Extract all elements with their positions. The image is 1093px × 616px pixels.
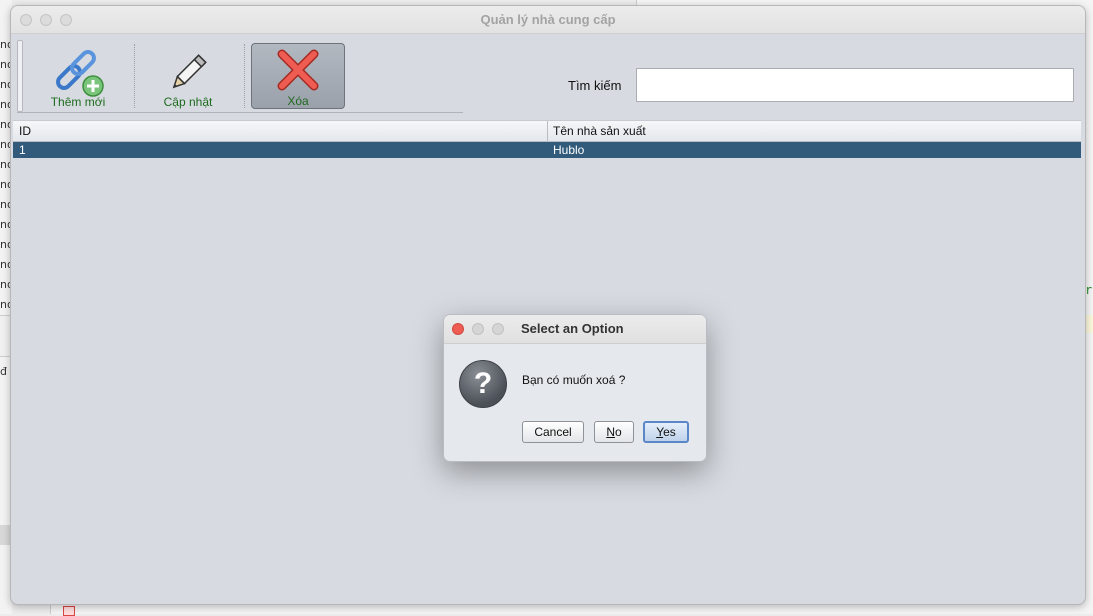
toolbar: Thêm mới Cập nhật Xóa bbox=[17, 40, 463, 113]
close-dialog-icon[interactable] bbox=[452, 323, 464, 335]
yes-button[interactable]: Yes bbox=[643, 421, 689, 443]
no-mnemonic: N bbox=[606, 425, 615, 439]
no-button[interactable]: No bbox=[594, 421, 634, 443]
background-text-fragment: r bbox=[1085, 283, 1093, 297]
dialog-message: Bạn có muốn xoá ? bbox=[522, 373, 626, 387]
window-titlebar[interactable]: Quản lý nhà cung cấp bbox=[11, 6, 1085, 34]
cancel-button[interactable]: Cancel bbox=[522, 421, 584, 443]
no-label-rest: o bbox=[614, 425, 622, 439]
delete-x-icon bbox=[277, 49, 319, 91]
search-label: Tìm kiếm bbox=[568, 78, 622, 93]
table-header: ID Tên nhà sản xuất bbox=[13, 120, 1081, 142]
update-label: Cập nhật bbox=[163, 95, 213, 109]
toolbar-separator bbox=[134, 44, 135, 108]
question-icon: ? bbox=[459, 360, 507, 408]
add-new-label: Thêm mới bbox=[50, 95, 106, 109]
cell-manufacturer-name: Hublo bbox=[553, 143, 585, 157]
add-new-button[interactable]: Thêm mới bbox=[31, 43, 125, 109]
dialog-titlebar[interactable]: Select an Option bbox=[444, 315, 706, 344]
yes-label-rest: es bbox=[663, 425, 676, 439]
update-button[interactable]: Cập nhật bbox=[141, 43, 235, 109]
link-add-icon bbox=[56, 50, 104, 97]
minimize-dialog-icon bbox=[472, 323, 484, 335]
search-input[interactable] bbox=[636, 68, 1074, 102]
confirm-delete-dialog: Select an Option ? Bạn có muốn xoá ? Can… bbox=[443, 314, 707, 462]
window-title: Quản lý nhà cung cấp bbox=[480, 12, 616, 27]
dialog-title: Select an Option bbox=[521, 321, 624, 336]
maximize-dialog-icon bbox=[492, 323, 504, 335]
background-text-fragment: đ bbox=[0, 365, 7, 378]
column-divider[interactable] bbox=[547, 121, 548, 141]
cell-id: 1 bbox=[19, 143, 26, 157]
column-header-manufacturer-name[interactable]: Tên nhà sản xuất bbox=[553, 124, 646, 138]
toolbar-grip[interactable] bbox=[17, 40, 23, 112]
error-marker-icon bbox=[63, 606, 75, 616]
column-header-id[interactable]: ID bbox=[19, 124, 31, 138]
delete-label: Xóa bbox=[287, 94, 309, 108]
delete-button[interactable]: Xóa bbox=[251, 43, 345, 109]
toolbar-separator bbox=[244, 44, 245, 108]
table-row[interactable]: 1 Hublo bbox=[13, 142, 1081, 158]
supplier-management-window: Quản lý nhà cung cấp Thêm mới Cập nhật X… bbox=[10, 5, 1086, 605]
pencil-icon bbox=[172, 54, 207, 89]
